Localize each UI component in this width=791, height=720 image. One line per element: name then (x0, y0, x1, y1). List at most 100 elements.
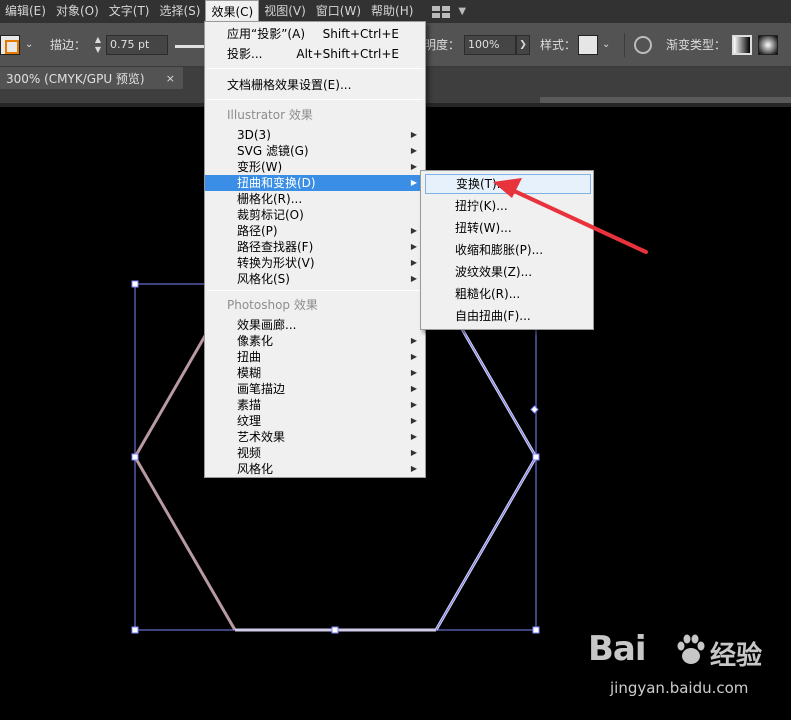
watermark-logo-text: Bai (588, 629, 647, 669)
menu-separator (207, 68, 423, 69)
submenu-item-pucker-bloat[interactable]: 收缩和膨胀(P)... (425, 240, 591, 260)
menu-item-warp[interactable]: 变形(W) ▶ (205, 159, 425, 175)
menu-item-label: 模糊 (237, 366, 262, 380)
submenu-item-tweak[interactable]: 扭拧(K)... (425, 196, 591, 216)
workspace-grid-icon (432, 5, 451, 18)
submenu-arrow-icon: ▶ (410, 416, 417, 425)
menu-effect[interactable]: 效果(C) (205, 0, 260, 23)
menu-item-path[interactable]: 路径(P) ▶ (205, 223, 425, 239)
menu-item-label: 路径查找器(F) (237, 240, 314, 254)
submenu-item-free-distort[interactable]: 自由扭曲(F)... (425, 306, 591, 326)
submenu-arrow-icon: ▶ (410, 130, 417, 139)
handle-bottom-middle[interactable] (331, 626, 339, 634)
menu-separator (207, 290, 423, 291)
menu-item-label: 裁剪标记(O) (237, 208, 304, 222)
stroke-color-dropdown-icon[interactable]: ⌄ (25, 35, 33, 55)
menu-item-apply-last-effect[interactable]: 应用“投影”(A) Shift+Ctrl+E (205, 24, 425, 44)
menu-item-label: 画笔描边 (237, 382, 286, 396)
submenu-arrow-icon: ▶ (410, 352, 417, 361)
opacity-input[interactable]: 100% (464, 35, 516, 55)
submenu-arrow-icon: ▶ (410, 448, 417, 457)
handle-bottom-right[interactable] (532, 626, 540, 634)
menu-item-artistic[interactable]: 艺术效果 ▶ (205, 429, 425, 445)
menu-item-rasterize[interactable]: 栅格化(R)... (205, 191, 425, 207)
linear-gradient-button[interactable] (732, 35, 752, 55)
menu-item-label: SVG 滤镜(G) (237, 144, 309, 158)
menu-window[interactable]: 窗口(W) (311, 0, 366, 23)
stroke-color-swatch[interactable] (0, 35, 20, 55)
hexagon-right-edges[interactable] (434, 283, 538, 631)
menu-item-last-effect[interactable]: 投影... Alt+Shift+Ctrl+E (205, 44, 425, 64)
recolor-artwork-icon[interactable] (634, 36, 652, 54)
menu-type[interactable]: 文字(T) (104, 0, 155, 23)
menu-bar: 编辑(E) 对象(O) 文字(T) 选择(S) 效果(C) 视图(V) 窗口(W… (0, 0, 791, 23)
stroke-profile-preview[interactable] (175, 45, 205, 48)
menu-item-video[interactable]: 视频 ▶ (205, 445, 425, 461)
handle-top-left[interactable] (131, 280, 139, 288)
menu-item-label: 栅格化(R)... (237, 192, 303, 206)
menu-item-label: 扭曲和变换(D) (237, 176, 316, 190)
submenu-arrow-icon: ▶ (410, 226, 417, 235)
effect-menu-dropdown: 应用“投影”(A) Shift+Ctrl+E 投影... Alt+Shift+C… (204, 21, 426, 478)
menu-select[interactable]: 选择(S) (154, 0, 205, 23)
stroke-weight-stepper[interactable]: ▲ ▼ (92, 35, 104, 55)
stroke-weight-input[interactable]: 0.75 pt (106, 35, 168, 55)
menu-item-blur[interactable]: 模糊 ▶ (205, 365, 425, 381)
submenu-arrow-icon: ▶ (410, 432, 417, 441)
submenu-arrow-icon: ▶ (410, 384, 417, 393)
submenu-arrow-icon: ▶ (410, 146, 417, 155)
graphic-style-swatch[interactable] (578, 35, 598, 55)
menu-item-effect-gallery[interactable]: 效果画廊... (205, 317, 425, 333)
distort-transform-submenu: 变换(T)... 扭拧(K)... 扭转(W)... 收缩和膨胀(P)... 波… (420, 170, 594, 330)
menu-help[interactable]: 帮助(H) (366, 0, 418, 23)
watermark-suffix: 经验 (710, 641, 763, 671)
submenu-arrow-icon: ▶ (410, 464, 417, 473)
corner-widget-handle[interactable] (530, 405, 539, 414)
toolbar-divider (624, 33, 625, 57)
handle-bottom-left[interactable] (131, 626, 139, 634)
graphic-style-dropdown-icon[interactable]: ⌄ (602, 35, 610, 55)
handle-middle-left[interactable] (131, 453, 139, 461)
menu-item-label: 路径(P) (237, 224, 278, 238)
hexagon-path-outline (435, 283, 537, 631)
menu-item-label: 风格化(S) (237, 272, 290, 286)
menu-edit[interactable]: 编辑(E) (0, 0, 51, 23)
submenu-item-zig-zag[interactable]: 波纹效果(Z)... (425, 262, 591, 282)
radial-gradient-button[interactable] (758, 35, 778, 55)
menu-item-stylize-illustrator[interactable]: 风格化(S) ▶ (205, 271, 425, 287)
chevron-down-icon: ▼ (458, 6, 467, 17)
paw-icon (677, 634, 705, 664)
menu-item-label: 转换为形状(V) (237, 256, 315, 270)
stroke-label: 描边： (50, 38, 87, 52)
menu-item-distort[interactable]: 扭曲 ▶ (205, 349, 425, 365)
menu-item-raster-settings[interactable]: 文档栅格效果设置(E)... (205, 75, 425, 95)
menu-item-svg-filters[interactable]: SVG 滤镜(G) ▶ (205, 143, 425, 159)
submenu-item-transform[interactable]: 变换(T)... (425, 174, 591, 194)
submenu-item-twist[interactable]: 扭转(W)... (425, 218, 591, 238)
menu-item-pixelate[interactable]: 像素化 ▶ (205, 333, 425, 349)
menu-separator (207, 99, 423, 100)
menu-item-stylize-photoshop[interactable]: 风格化 ▶ (205, 461, 425, 477)
baidu-jingyan-watermark: Bai 经验 jingyan.baidu.com (580, 625, 780, 705)
menu-item-brush-strokes[interactable]: 画笔描边 ▶ (205, 381, 425, 397)
opacity-expand-icon[interactable]: ❯ (516, 35, 530, 55)
submenu-arrow-icon: ▶ (410, 162, 417, 171)
handle-middle-right[interactable] (532, 453, 540, 461)
menu-item-convert-to-shape[interactable]: 转换为形状(V) ▶ (205, 255, 425, 271)
menu-item-label: 风格化 (237, 462, 274, 476)
menu-item-label: 3D(3) (237, 128, 271, 142)
menu-item-texture[interactable]: 纹理 ▶ (205, 413, 425, 429)
menu-item-pathfinder[interactable]: 路径查找器(F) ▶ (205, 239, 425, 255)
workspace-switcher[interactable]: ▼ (432, 5, 467, 18)
menu-item-distort-transform[interactable]: 扭曲和变换(D) ▶ (205, 175, 425, 191)
close-icon[interactable]: × (166, 72, 175, 85)
submenu-item-roughen[interactable]: 粗糙化(R)... (425, 284, 591, 304)
menu-item-crop-marks[interactable]: 裁剪标记(O) (205, 207, 425, 223)
menu-item-label: 像素化 (237, 334, 274, 348)
menu-view[interactable]: 视图(V) (259, 0, 311, 23)
document-tab[interactable]: 300% (CMYK/GPU 预览) × (0, 67, 183, 89)
menu-object[interactable]: 对象(O) (51, 0, 104, 23)
menu-item-label: 投影... (227, 47, 263, 61)
menu-item-3d[interactable]: 3D(3) ▶ (205, 127, 425, 143)
menu-item-sketch[interactable]: 素描 ▶ (205, 397, 425, 413)
